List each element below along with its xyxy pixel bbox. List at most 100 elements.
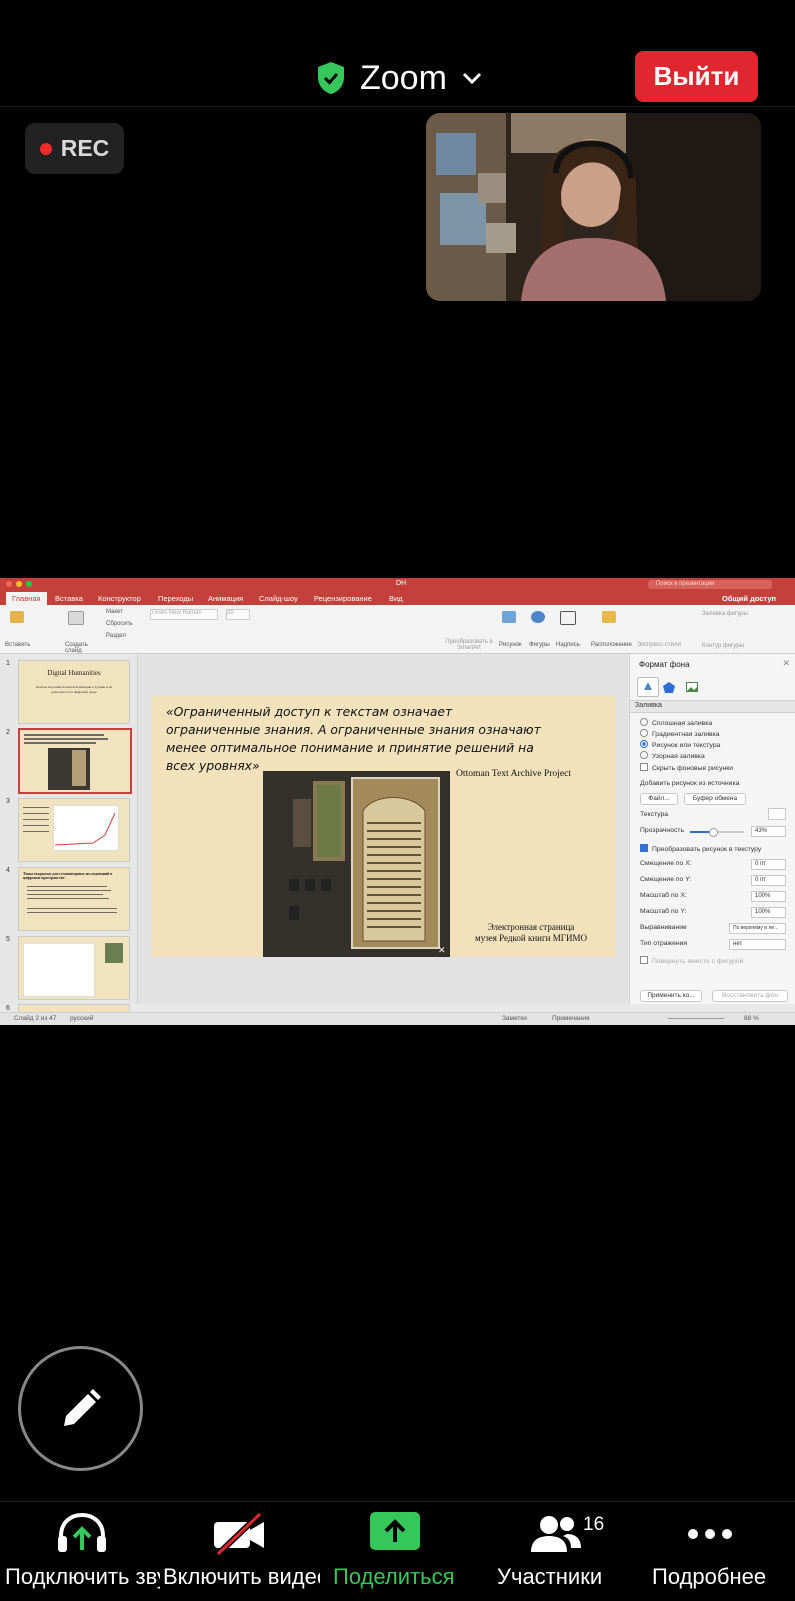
more-label: Подробнее [652, 1564, 767, 1589]
tile-checkbox[interactable]: Преобразовать рисунок в текстуру [640, 844, 761, 853]
share-button[interactable]: Поделиться [320, 1502, 475, 1601]
thumbnail-title: Digital Humanities [47, 669, 101, 677]
current-slide[interactable]: «Ограниченный доступ к текстам означает … [152, 696, 616, 957]
quote-line: менее оптимальное понимание и принятие р… [166, 740, 534, 755]
font-size-select[interactable]: 20 [226, 609, 250, 620]
tab-review[interactable]: Рецензирование [314, 594, 372, 603]
notes-button[interactable]: Заметки [502, 1015, 527, 1022]
tab-home[interactable]: Главная [6, 592, 47, 605]
search-presentation-input[interactable]: Поиск в презентации [648, 580, 772, 589]
apply-to-all-button[interactable]: Применить ко... [640, 990, 702, 1002]
video-off-icon [214, 1512, 264, 1556]
alignment-label: Выравнивание [640, 924, 687, 931]
meeting-title-dropdown[interactable]: Zoom [316, 50, 483, 106]
shapes-icon[interactable] [531, 611, 545, 623]
tab-slideshow[interactable]: Слайд-шоу [259, 594, 298, 603]
rotate-with-shape-checkbox[interactable]: Повернуть вместе с фигурой [640, 956, 743, 965]
share-access-button[interactable]: Общий доступ [722, 594, 776, 603]
transparency-label: Прозрачность [640, 827, 685, 834]
maximize-window-icon[interactable] [26, 581, 32, 587]
thumbnail-slide-1[interactable]: Digital Humanities Центры изучения Осман… [18, 660, 130, 724]
hide-background-checkbox[interactable]: Скрыть фоновые рисунки [640, 763, 733, 772]
clipboard-button[interactable]: Буфер обмена [684, 793, 746, 805]
effects-tab-icon[interactable] [663, 682, 675, 693]
tab-design[interactable]: Конструктор [98, 594, 141, 603]
thumbnail-number: 4 [6, 867, 10, 874]
pane-title: Формат фона [639, 660, 690, 669]
language[interactable]: русский [70, 1015, 93, 1022]
close-pane-icon[interactable]: ✕ [782, 658, 790, 669]
tab-view[interactable]: Вид [389, 594, 403, 603]
start-video-button[interactable]: Включить видео [160, 1502, 320, 1601]
document-title: DH [396, 580, 407, 587]
reset-button[interactable]: Сбросить [106, 621, 133, 627]
transparency-field[interactable]: 43% [751, 826, 786, 837]
shapes-label: Фигуры [529, 642, 550, 648]
font-family-select[interactable]: Times New Roman [150, 609, 218, 620]
more-button[interactable]: Подробнее [635, 1502, 795, 1601]
self-video-tile[interactable] [426, 113, 761, 301]
arrange-label: Расположение [591, 642, 632, 648]
offset-x-label: Смещение по X: [640, 860, 692, 867]
offset-x-field[interactable]: 0 пт [751, 859, 786, 870]
picture-label: Рисунок [499, 642, 522, 648]
fill-tab-icon[interactable] [637, 677, 659, 697]
scale-x-field[interactable]: 100% [751, 891, 786, 902]
pencil-icon [63, 1388, 101, 1426]
mirror-select[interactable]: нет [729, 939, 786, 950]
shape-outline-button[interactable]: Контур фигуры [702, 643, 744, 649]
ribbon-toolbar: Вставить Создать слайд Макет Сбросить Ра… [0, 605, 795, 654]
file-button[interactable]: Файл... [640, 793, 678, 805]
pattern-fill-option[interactable]: Узорная заливка [640, 751, 705, 760]
picture-icon[interactable] [502, 611, 516, 623]
record-dot-icon [39, 142, 52, 155]
shape-fill-button[interactable]: Заливка фигуры [702, 611, 748, 617]
scale-y-label: Масштаб по Y: [640, 908, 687, 915]
express-styles-label[interactable]: Экспресс-стили [637, 642, 681, 648]
alignment-select[interactable]: По верхнему и ле... [729, 923, 786, 934]
insert-picture-label: Добавить рисунок из источника [640, 780, 740, 787]
thumbnail-number: 2 [6, 729, 10, 736]
gradient-fill-option[interactable]: Градиентная заливка [640, 729, 720, 738]
scale-y-field[interactable]: 100% [751, 907, 786, 918]
offset-y-field[interactable]: 0 пт [751, 875, 786, 886]
picture-tab-icon[interactable] [686, 682, 698, 692]
participants-button[interactable]: 16 Участники [475, 1502, 635, 1601]
tab-animation[interactable]: Анимация [208, 594, 243, 603]
layout-button[interactable]: Макет [106, 609, 123, 615]
recording-indicator[interactable]: REC [25, 123, 124, 174]
tab-transitions[interactable]: Переходы [158, 594, 193, 603]
thumbnail-slide-3[interactable] [18, 798, 130, 862]
textbox-label: Надпись [556, 642, 580, 648]
fill-section-header[interactable]: Заливка [630, 700, 795, 713]
leave-button[interactable]: Выйти [635, 51, 758, 102]
tab-insert[interactable]: Вставка [55, 594, 83, 603]
reset-background-button[interactable]: Восстановить фон [712, 990, 788, 1002]
new-slide-icon[interactable] [68, 611, 84, 625]
participants-icon [531, 1516, 581, 1552]
thumbnail-slide-4[interactable]: Типы открытых для гуманитарных исследова… [18, 867, 130, 931]
paste-icon[interactable] [10, 611, 24, 623]
smartart-label[interactable]: Преобразовать в SmartArt [444, 639, 494, 651]
format-background-pane: Формат фона ✕ Заливка Сплошная заливка Г… [629, 654, 795, 1004]
quote-line: «Ограниченный доступ к текстам означает [166, 704, 453, 719]
chevron-down-icon [462, 72, 481, 85]
thumbnail-number: 6 [6, 1005, 10, 1012]
texture-picker[interactable] [768, 808, 786, 820]
arrange-icon[interactable] [602, 611, 616, 623]
minimize-window-icon[interactable] [16, 581, 22, 587]
section-button[interactable]: Раздел [106, 633, 126, 639]
thumbnail-slide-5[interactable] [18, 936, 130, 1000]
join-audio-button[interactable]: Подключить звук [0, 1502, 160, 1601]
textbox-icon[interactable] [560, 611, 576, 625]
transparency-slider[interactable] [690, 828, 744, 837]
annotate-button[interactable] [18, 1346, 143, 1471]
zoom-slider[interactable] [668, 1018, 724, 1019]
comments-button[interactable]: Примечания [552, 1015, 590, 1022]
manuscript-photo: ✕ [263, 771, 450, 957]
close-window-icon[interactable] [6, 581, 12, 587]
picture-fill-option[interactable]: Рисунок или текстура [640, 740, 720, 749]
zoom-level[interactable]: 88 % [744, 1015, 759, 1022]
solid-fill-option[interactable]: Сплошная заливка [640, 718, 712, 727]
thumbnail-slide-2[interactable] [18, 728, 132, 794]
